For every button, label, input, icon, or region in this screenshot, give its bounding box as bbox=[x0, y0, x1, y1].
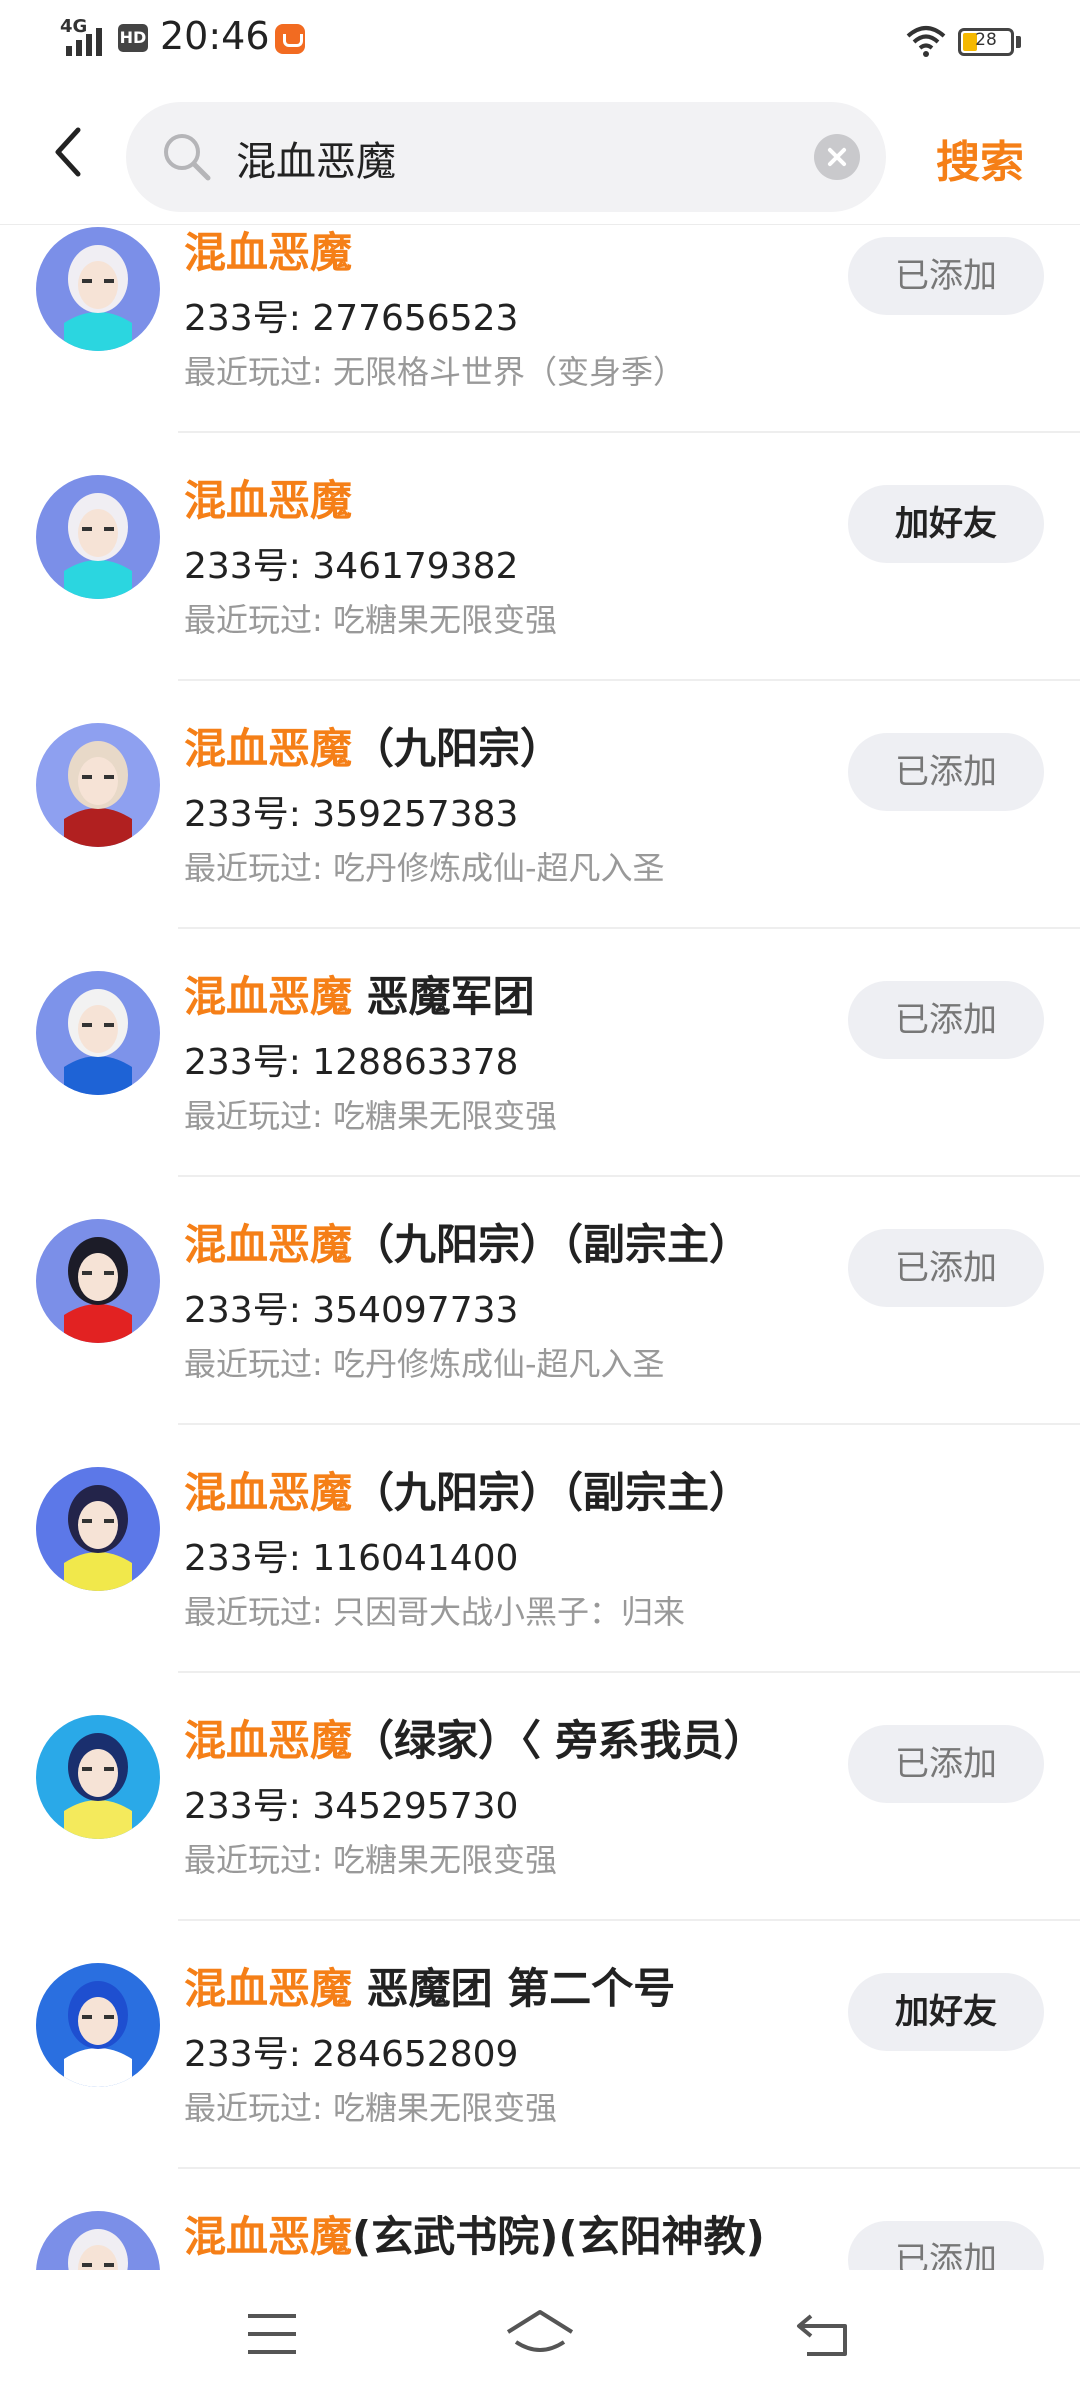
added-button[interactable]: 已添加 bbox=[848, 981, 1044, 1059]
avatar[interactable] bbox=[36, 971, 160, 1095]
result-row[interactable]: 混血恶魔（九阳宗）（副宗主） 233号: 354097733 最近玩过: 吃丹修炼成… bbox=[0, 1177, 1080, 1425]
search-button[interactable]: 搜索 bbox=[936, 126, 1024, 190]
search-input[interactable] bbox=[234, 120, 798, 196]
add-friend-button[interactable]: 加好友 bbox=[848, 1973, 1044, 2051]
result-row[interactable]: 混血恶魔 恶魔团 第二个号 233号: 284652809 最近玩过: 吃糖果无限变… bbox=[0, 1921, 1080, 2169]
home-icon[interactable] bbox=[504, 2308, 576, 2360]
wifi-icon bbox=[906, 26, 946, 57]
added-button[interactable]: 已添加 bbox=[848, 733, 1044, 811]
result-name: 混血恶魔 bbox=[184, 225, 352, 280]
search-header: 搜索 bbox=[0, 92, 1080, 225]
result-row[interactable]: 混血恶魔 恶魔军团 233号: 128863378 最近玩过: 吃糖果无限变强 已添加 bbox=[0, 929, 1080, 1177]
avatar[interactable] bbox=[36, 475, 160, 599]
avatar[interactable] bbox=[36, 723, 160, 847]
hd-badge: HD bbox=[118, 24, 148, 52]
name-suffix: (玄武书院)(玄阳神教) bbox=[352, 2212, 765, 2261]
user-id: 233号: 346179382 bbox=[184, 546, 519, 587]
signal-icon bbox=[66, 28, 102, 56]
name-highlight: 混血恶魔 bbox=[184, 1716, 353, 1765]
name-highlight: 混血恶魔 bbox=[184, 476, 353, 525]
recently-played: 最近玩过: 无限格斗世界（变身季） bbox=[184, 353, 685, 391]
avatar[interactable] bbox=[36, 1963, 160, 2087]
status-time: 20:46 bbox=[160, 14, 270, 58]
name-suffix: （九阳宗）（副宗主） bbox=[352, 1220, 752, 1269]
result-row[interactable]: 混血恶魔（九阳宗）（副宗主） 233号: 116041400 最近玩过: 只因哥大战… bbox=[0, 1425, 1080, 1673]
name-highlight: 混血恶魔 bbox=[184, 2212, 353, 2261]
name-suffix: （九阳宗） bbox=[352, 724, 563, 773]
battery-level: 28 bbox=[975, 30, 997, 50]
result-name: 混血恶魔（绿家）〈 旁系我员） bbox=[184, 1707, 766, 1768]
avatar[interactable] bbox=[36, 227, 160, 351]
user-id: 233号: 116041400 bbox=[184, 1538, 519, 1579]
added-button[interactable]: 已添加 bbox=[848, 1229, 1044, 1307]
user-id: 233号: 345295730 bbox=[184, 1786, 519, 1827]
result-name: 混血恶魔 恶魔团 第二个号 bbox=[184, 1955, 675, 2016]
name-suffix: 恶魔团 第二个号 bbox=[352, 1964, 676, 2013]
result-row[interactable]: 混血恶魔（绿家）〈 旁系我员） 233号: 345295730 最近玩过: 吃糖果无… bbox=[0, 1673, 1080, 1921]
search-results-list[interactable]: 混血恶魔 233号: 277656523 最近玩过: 无限格斗世界（变身季） 已添加混… bbox=[0, 225, 1080, 2270]
added-button[interactable]: 已添加 bbox=[848, 2221, 1044, 2270]
result-row[interactable]: 混血恶魔 233号: 346179382 最近玩过: 吃糖果无限变强 加好友 bbox=[0, 433, 1080, 681]
name-highlight: 混血恶魔 bbox=[184, 1220, 353, 1269]
result-row[interactable]: 混血恶魔 233号: 277656523 最近玩过: 无限格斗世界（变身季） 已添加 bbox=[0, 225, 1080, 433]
user-id: 233号: 354097733 bbox=[184, 1290, 519, 1331]
result-name: 混血恶魔（九阳宗）（副宗主） bbox=[184, 1459, 751, 1520]
user-id: 233号: 359257383 bbox=[184, 794, 519, 835]
recently-played: 最近玩过: 吃糖果无限变强 bbox=[184, 601, 557, 639]
result-row[interactable]: 混血恶魔（九阳宗） 233号: 359257383 最近玩过: 吃丹修炼成仙-超凡入… bbox=[0, 681, 1080, 929]
battery-icon: 28 bbox=[958, 28, 1014, 56]
avatar[interactable] bbox=[36, 2211, 160, 2270]
name-highlight: 混血恶魔 bbox=[184, 1468, 353, 1517]
clear-search-button[interactable] bbox=[814, 134, 860, 180]
recently-played: 最近玩过: 吃糖果无限变强 bbox=[184, 2089, 557, 2127]
user-id: 233号: 128863378 bbox=[184, 1042, 519, 1083]
battery-tip bbox=[1016, 36, 1021, 48]
search-box[interactable] bbox=[126, 102, 886, 212]
system-navigation-bar bbox=[0, 2270, 1080, 2400]
app-notification-icon bbox=[275, 24, 305, 54]
recently-played: 最近玩过: 吃丹修炼成仙-超凡入圣 bbox=[184, 1345, 665, 1383]
back-nav-icon[interactable] bbox=[795, 2310, 851, 2358]
name-highlight: 混血恶魔 bbox=[184, 1964, 353, 2013]
recently-played: 最近玩过: 只因哥大战小黑子：归来 bbox=[184, 1593, 685, 1631]
search-icon bbox=[164, 134, 211, 181]
status-bar: 4G HD 20:46 28 bbox=[0, 0, 1080, 84]
menu-icon[interactable] bbox=[246, 2312, 298, 2356]
result-row[interactable]: 混血恶魔(玄武书院)(玄阳神教) 已添加 bbox=[0, 2169, 1080, 2270]
name-highlight: 混血恶魔 bbox=[184, 972, 353, 1021]
recently-played: 最近玩过: 吃糖果无限变强 bbox=[184, 1097, 557, 1135]
back-icon[interactable] bbox=[44, 122, 94, 182]
name-suffix: （九阳宗）（副宗主） bbox=[352, 1468, 752, 1517]
user-id: 233号: 277656523 bbox=[184, 298, 519, 339]
avatar[interactable] bbox=[36, 1219, 160, 1343]
name-highlight: 混血恶魔 bbox=[184, 228, 353, 277]
result-name: 混血恶魔（九阳宗） bbox=[184, 715, 562, 776]
result-name: 混血恶魔(玄武书院)(玄阳神教) bbox=[184, 2203, 765, 2264]
name-highlight: 混血恶魔 bbox=[184, 724, 353, 773]
add-friend-button[interactable]: 加好友 bbox=[848, 485, 1044, 563]
recently-played: 最近玩过: 吃糖果无限变强 bbox=[184, 1841, 557, 1879]
name-suffix: 恶魔军团 bbox=[352, 972, 535, 1021]
result-name: 混血恶魔（九阳宗）（副宗主） bbox=[184, 1211, 751, 1272]
added-button[interactable]: 已添加 bbox=[848, 1725, 1044, 1803]
user-id: 233号: 284652809 bbox=[184, 2034, 519, 2075]
added-button[interactable]: 已添加 bbox=[848, 237, 1044, 315]
result-name: 混血恶魔 bbox=[184, 467, 352, 528]
name-suffix: （绿家）〈 旁系我员） bbox=[352, 1716, 766, 1765]
result-name: 混血恶魔 恶魔军团 bbox=[184, 963, 535, 1024]
recently-played: 最近玩过: 吃丹修炼成仙-超凡入圣 bbox=[184, 849, 665, 887]
avatar[interactable] bbox=[36, 1467, 160, 1591]
avatar[interactable] bbox=[36, 1715, 160, 1839]
